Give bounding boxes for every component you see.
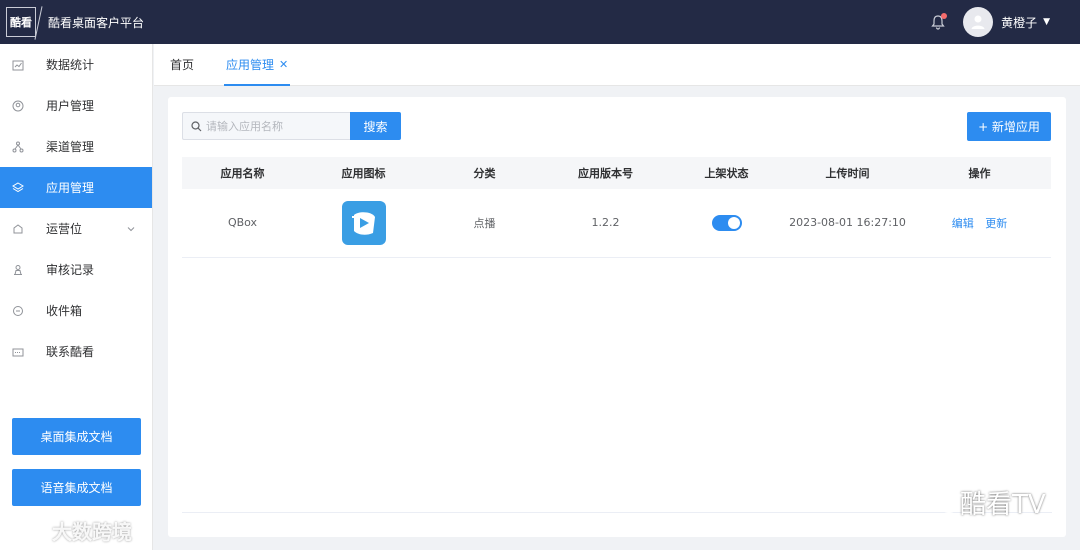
sidebar-item-apps[interactable]: 应用管理 [0,167,152,208]
app-icon [341,200,386,245]
sidebar-item-label: 应用管理 [46,181,95,195]
user-avatar-icon [971,15,985,29]
table-header-row: 应用名称 应用图标 分类 应用版本号 上架状态 上传时间 操作 [182,157,1051,189]
play-icon [351,211,375,235]
search-field[interactable] [182,112,350,140]
watermark-left: 大数跨境 [8,516,132,545]
search-icon [191,120,202,131]
app-table: 应用名称 应用图标 分类 应用版本号 上架状态 上传时间 操作 QBox 点播 … [182,157,1051,258]
column-header: 操作 [908,157,1051,189]
sidebar-item-operations[interactable]: 运营位 [0,208,152,249]
close-icon[interactable]: ✕ [279,58,288,71]
caret-down-icon[interactable]: ▼ [1043,17,1050,27]
column-header: 应用版本号 [545,157,666,189]
desktop-integration-doc-button[interactable]: 桌面集成文档 [12,418,141,455]
sidebar-item-label: 用户管理 [46,99,95,113]
search-input[interactable] [206,119,346,133]
app-title: 酷看桌面客户平台 [48,15,145,30]
category-cell: 点播 [424,189,545,258]
inbox-icon [12,305,24,317]
version-cell: 1.2.2 [545,189,666,258]
sidebar: 数据统计 用户管理 渠道管理 应用管理 运营位 审核记录 收件箱 联系酷看 桌面… [0,44,153,550]
sidebar-item-label: 联系酷看 [46,345,95,359]
chevron-down-icon[interactable] [126,223,136,237]
user-name[interactable]: 黄橙子 [1001,14,1037,31]
sidebar-item-label: 渠道管理 [46,140,95,154]
sidebar-item-inbox[interactable]: 收件箱 [0,290,152,331]
user-icon [12,100,24,112]
notification-bell-icon[interactable] [929,13,948,31]
app-logo: 酷看 [6,7,36,37]
content-panel: 搜索 + 新增应用 应用名称 应用图标 分类 应用版本号 上架状态 上传时间 操… [168,97,1066,537]
channel-icon [12,141,24,153]
sidebar-item-channels[interactable]: 渠道管理 [0,126,152,167]
sidebar-item-data-stats[interactable]: 数据统计 [0,44,152,85]
divider [182,512,1052,513]
chart-icon [12,59,24,71]
sidebar-item-label: 数据统计 [46,58,95,72]
toggle-knob [727,216,740,229]
contact-icon [12,346,24,358]
avatar[interactable] [963,7,994,37]
update-link[interactable]: 更新 [985,217,1007,230]
watermark-logo-icon [9,521,43,540]
user-area: 黄橙子 ▼ [929,0,1050,44]
sidebar-item-label: 运营位 [46,222,83,236]
search-button[interactable]: 搜索 [350,112,401,140]
column-header: 分类 [424,157,545,189]
sidebar-item-audit[interactable]: 审核记录 [0,249,152,290]
column-header: 上传时间 [787,157,908,189]
audit-icon [12,264,24,276]
add-app-button[interactable]: + 新增应用 [967,112,1051,141]
edit-link[interactable]: 编辑 [952,217,974,230]
sidebar-item-contact[interactable]: 联系酷看 [0,331,152,372]
sidebar-item-users[interactable]: 用户管理 [0,85,152,126]
voice-integration-doc-button[interactable]: 语音集成文档 [12,469,141,506]
wechat-icon [929,492,958,513]
layers-icon [12,181,24,194]
watermark-right: 酷看TV [928,484,1046,521]
operation-icon [12,223,24,235]
table-row: QBox 点播 1.2.2 2023-08-01 16:27:10 编辑 更新 [182,189,1051,258]
top-bar: 酷看 酷看桌面客户平台 黄橙子 ▼ [0,0,1080,44]
column-header: 上架状态 [666,157,787,189]
tab-bar: 首页 应用管理 ✕ [154,44,1080,86]
app-name-cell: QBox [182,189,303,258]
sidebar-item-label: 收件箱 [46,304,83,318]
upload-time-cell: 2023-08-01 16:27:10 [787,189,908,258]
listing-status-toggle[interactable] [711,214,742,231]
tab-home[interactable]: 首页 [168,44,196,86]
column-header: 应用名称 [182,157,303,189]
column-header: 应用图标 [303,157,424,189]
tab-app-management[interactable]: 应用管理 ✕ [224,44,291,86]
sidebar-item-label: 审核记录 [46,263,95,277]
